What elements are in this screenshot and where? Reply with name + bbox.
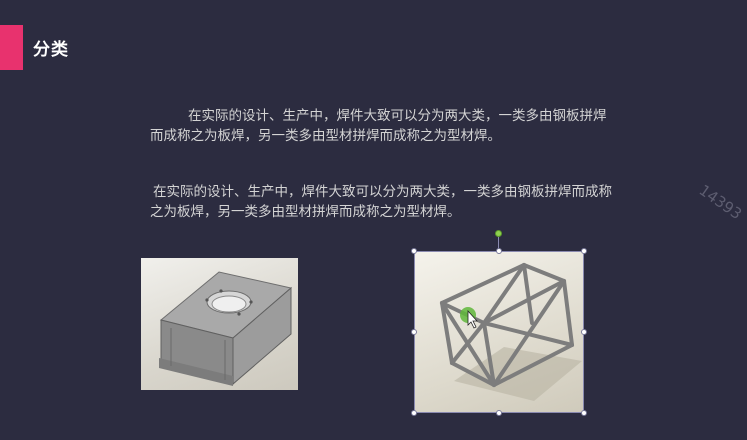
resize-handle-bottom-right[interactable] [581, 410, 587, 416]
resize-handle-left[interactable] [411, 329, 417, 335]
resize-handle-top-left[interactable] [411, 248, 417, 254]
paragraph-plate-vs-profile-2: 在实际的设计、生产中，焊件大致可以分为两大类，一类多由钢板拼焊而成称之为板焊，另… [150, 184, 612, 220]
resize-handle-right[interactable] [581, 329, 587, 335]
resize-handle-bottom[interactable] [496, 410, 502, 416]
resize-handle-bottom-left[interactable] [411, 410, 417, 416]
plate-weldment-image[interactable] [141, 258, 298, 390]
resize-handle-top[interactable] [496, 248, 502, 254]
title-accent-bar [0, 25, 23, 70]
resize-handle-top-right[interactable] [581, 248, 587, 254]
image-selection-frame [414, 251, 584, 413]
rotation-handle[interactable] [495, 230, 502, 237]
paragraph-plate-vs-profile-1: 在实际的设计、生产中，焊件大致可以分为两大类，一类多由钢板拼焊而成称之为板焊，另… [150, 108, 607, 144]
watermark-text: 14393 [695, 181, 746, 224]
slide-title: 分类 [33, 40, 69, 60]
plate-weldment-drawing [159, 271, 293, 386]
